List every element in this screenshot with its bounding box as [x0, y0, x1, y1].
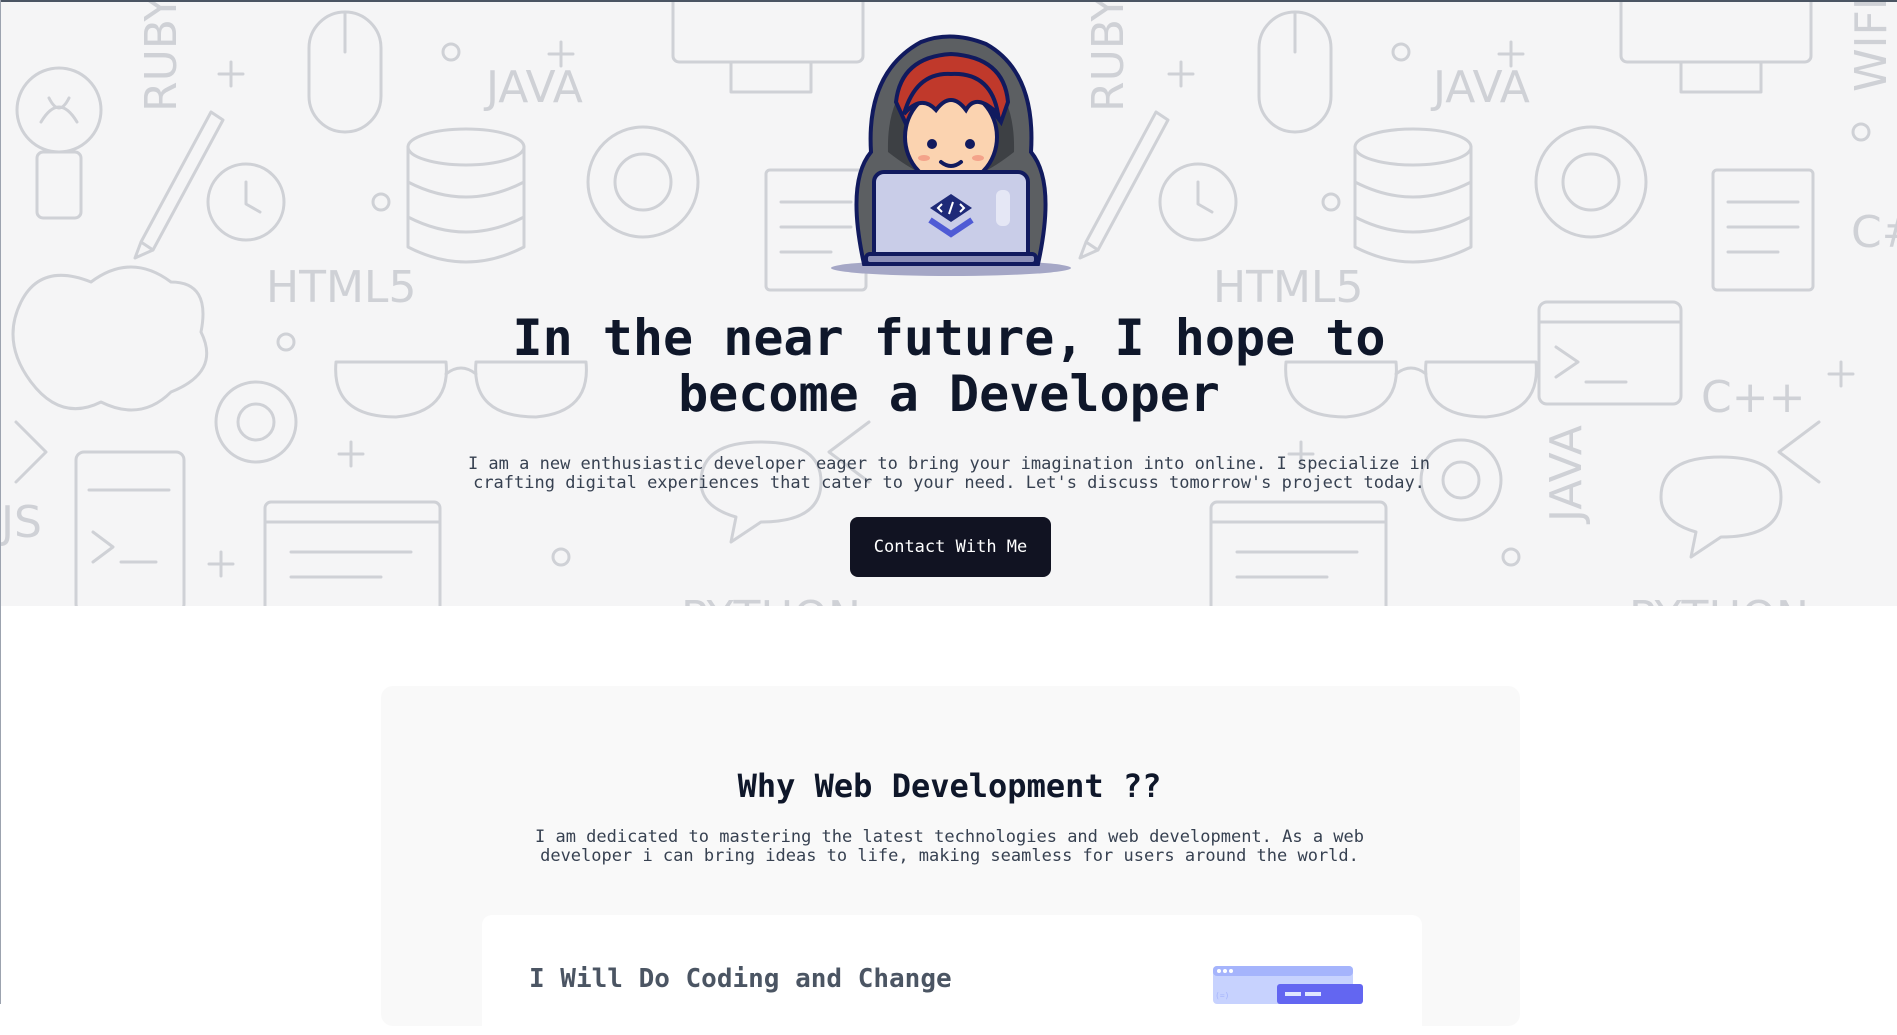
developer-illustration	[831, 34, 1071, 276]
contact-button[interactable]: Contact With Me	[850, 517, 1051, 577]
why-title: Why Web Development ??	[737, 767, 1162, 805]
svg-text:(=): (=)	[1215, 991, 1229, 1000]
hero-description: I am a new enthusiastic developer eager …	[467, 454, 1431, 493]
doodle-word-csharp: C#	[1851, 207, 1897, 258]
hero-title: In the near future, I hope to become a D…	[512, 309, 1386, 423]
doodle-word-java-2: JAVA	[1430, 62, 1530, 113]
doodle-word-wifi: WIFI	[1846, 2, 1897, 92]
feature-card-title: I Will Do Coding and Change	[529, 964, 952, 994]
doodle-word-python: PYTHON	[681, 592, 861, 606]
doodle-word-cpp: C++	[1701, 372, 1805, 423]
hero-section: JAVA JAVA HTML5 HTML5 C++ C# JS PYTHON P…	[1, 0, 1897, 606]
doodle-word-java-3: JAVA	[1541, 425, 1592, 525]
doodle-word-js: JS	[1, 497, 42, 548]
doodle-word-python-2: PYTHON	[1629, 592, 1809, 606]
doodle-word-ruby-2: RUBY	[1083, 2, 1134, 112]
doodle-word-html5-2: HTML5	[1213, 262, 1363, 313]
doodle-word-ruby: RUBY	[136, 2, 187, 112]
doodle-word-java: JAVA	[483, 62, 583, 113]
doodle-word-html5: HTML5	[266, 262, 416, 313]
why-description: I am dedicated to mastering the latest t…	[534, 827, 1365, 866]
code-window-illustration: (=)	[1213, 966, 1363, 1004]
